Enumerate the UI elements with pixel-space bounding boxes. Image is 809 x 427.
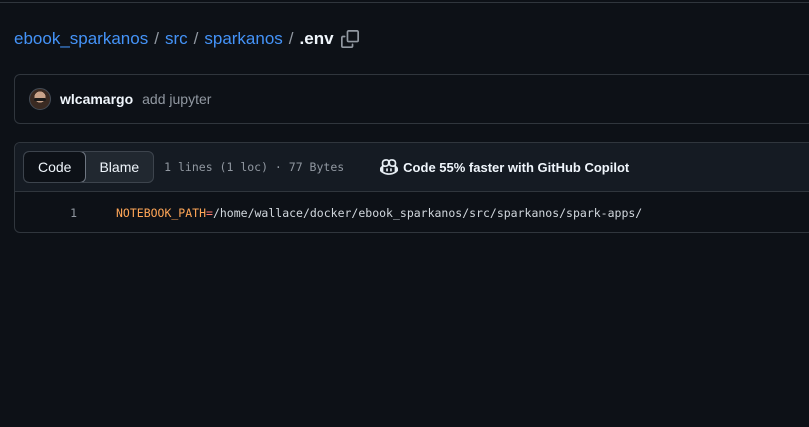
copilot-label: Code 55% faster with GitHub Copilot bbox=[403, 159, 630, 175]
file-header: Code Blame 1 lines (1 loc) · 77 Bytes Co… bbox=[15, 143, 809, 192]
copilot-icon bbox=[380, 158, 399, 176]
env-equals: = bbox=[206, 205, 213, 220]
tab-code[interactable]: Code bbox=[24, 152, 87, 182]
copilot-promo-button[interactable]: Code 55% faster with GitHub Copilot bbox=[380, 158, 629, 176]
breadcrumb: ebook_sparkanos / src / sparkanos / .env bbox=[14, 28, 359, 50]
avatar[interactable] bbox=[29, 88, 51, 110]
tab-blame[interactable]: Blame bbox=[85, 152, 153, 182]
top-divider bbox=[0, 0, 809, 3]
copy-icon[interactable] bbox=[340, 30, 359, 48]
breadcrumb-separator: / bbox=[193, 29, 199, 48]
breadcrumb-separator: / bbox=[154, 29, 159, 48]
commit-message[interactable]: add jupyter bbox=[142, 91, 211, 107]
breadcrumb-separator: / bbox=[288, 29, 294, 48]
code-view: 1 NOTEBOOK_PATH=/home/wallace/docker/ebo… bbox=[15, 192, 809, 232]
file-meta: 1 lines (1 loc) · 77 Bytes bbox=[164, 160, 345, 174]
breadcrumb-src-link[interactable]: src bbox=[165, 28, 188, 50]
commit-author[interactable]: wlcamargo bbox=[60, 91, 133, 107]
file-viewer: Code Blame 1 lines (1 loc) · 77 Bytes Co… bbox=[14, 142, 809, 233]
code-line: NOTEBOOK_PATH=/home/wallace/docker/ebook… bbox=[116, 206, 642, 220]
view-toggle: Code Blame bbox=[23, 151, 155, 183]
env-key: NOTEBOOK_PATH bbox=[116, 205, 207, 220]
env-value: /home/wallace/docker/ebook_sparkanos/src… bbox=[212, 205, 643, 220]
line-number[interactable]: 1 bbox=[15, 206, 77, 220]
breadcrumb-sparkanos-link[interactable]: sparkanos bbox=[204, 28, 282, 50]
breadcrumb-repo-link[interactable]: ebook_sparkanos bbox=[14, 28, 148, 50]
latest-commit-bar: wlcamargo add jupyter bbox=[14, 74, 809, 124]
breadcrumb-file-name: .env bbox=[299, 29, 334, 48]
